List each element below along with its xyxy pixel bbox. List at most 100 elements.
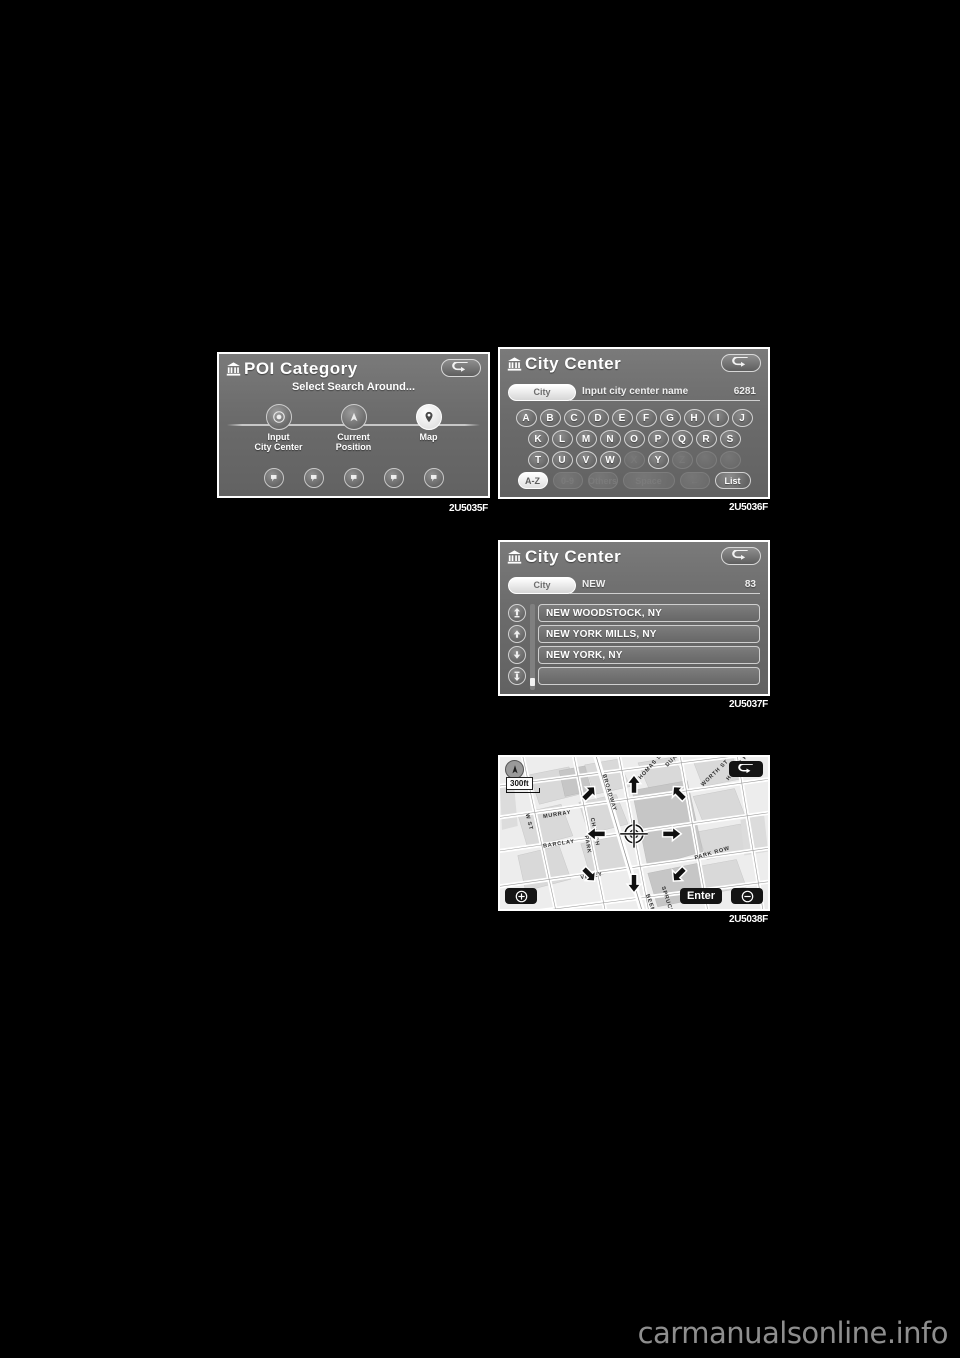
table-row[interactable]: NEW YORK MILLS, NY <box>538 625 760 643</box>
zoom-in-icon <box>515 890 527 902</box>
key-S[interactable]: S <box>719 430 741 448</box>
page-up-icon <box>514 608 520 618</box>
watermark: carmanualsonline.info <box>637 1316 949 1350</box>
city-name-input[interactable]: NEW 83 <box>570 577 760 594</box>
key-Y[interactable]: Y <box>647 451 669 469</box>
table-row[interactable]: NEW WOODSTOCK, NY <box>538 604 760 622</box>
poi-tab-input-city-center[interactable]: Input City Center <box>242 404 316 452</box>
key-mode-alpha[interactable]: A-Z <box>517 472 548 489</box>
city-center-results-screen: City Center City NEW 83 NEW WOODSTOCK, N… <box>498 540 770 696</box>
poi-tab-current-position[interactable]: Current Position <box>317 404 391 452</box>
key-D[interactable]: D <box>587 409 609 427</box>
enter-button[interactable]: Enter <box>680 888 722 904</box>
key-E[interactable]: E <box>611 409 633 427</box>
key-list[interactable]: List <box>714 472 751 489</box>
key-P[interactable]: P <box>647 430 669 448</box>
poi-marker-button-5[interactable] <box>423 468 444 488</box>
city-center-title: City Center <box>525 354 622 373</box>
back-button[interactable] <box>721 354 761 372</box>
figure-city-center-results: City Center City NEW 83 NEW WOODSTOCK, N… <box>498 540 770 711</box>
city-tag-label: City <box>533 387 551 397</box>
figure-city-center-keyboard: City Center City Input city center name … <box>498 347 770 514</box>
key-F[interactable]: F <box>635 409 657 427</box>
key-B[interactable]: B <box>539 409 561 427</box>
back-button[interactable] <box>729 761 763 777</box>
scroll-up-button[interactable] <box>508 625 526 643</box>
table-row[interactable]: NEW YORK, NY <box>538 646 760 664</box>
page-down-icon <box>514 671 520 681</box>
poi-tab-map[interactable]: Map <box>392 404 466 442</box>
page-up-button[interactable] <box>508 604 526 622</box>
poi-marker-button-1[interactable] <box>263 468 284 488</box>
poi-marker-icon-4 <box>390 474 397 482</box>
key-A[interactable]: A <box>515 409 537 427</box>
poi-marker-icon-1 <box>270 474 277 482</box>
key-N[interactable]: N <box>599 430 621 448</box>
poi-category-subtitle: Select Search Around... <box>291 381 416 393</box>
poi-marker-button-4[interactable] <box>383 468 404 488</box>
key-K[interactable]: K <box>527 430 549 448</box>
key-mode-numeric: 0-9 <box>552 472 583 489</box>
results-scrollbar-thumb[interactable] <box>530 678 535 686</box>
city-name-input[interactable]: Input city center name 6281 <box>570 384 760 401</box>
city-tag-button[interactable]: City <box>508 383 576 401</box>
key-mode-others: Others <box>587 472 618 489</box>
page-down-button[interactable] <box>508 667 526 685</box>
key-T[interactable]: T <box>527 451 549 469</box>
back-button[interactable] <box>721 547 761 565</box>
key-O[interactable]: O <box>623 430 645 448</box>
key-C[interactable]: C <box>563 409 585 427</box>
results-list: NEW WOODSTOCK, NY NEW YORK MILLS, NY NEW… <box>508 604 760 690</box>
zoom-out-button[interactable] <box>731 888 763 904</box>
poi-marker-icon-2 <box>310 474 317 482</box>
city-tag-label: City <box>533 580 551 590</box>
onscreen-keyboard: A B C D E F G H I J K L M N O P Q R S T … <box>507 409 761 489</box>
scroll-down-button[interactable] <box>508 646 526 664</box>
back-arrow-icon <box>737 763 753 773</box>
scroll-buttons <box>508 604 528 690</box>
keyboard-row-1: A B C D E F G H I J <box>507 409 761 427</box>
key-Q[interactable]: Q <box>671 430 693 448</box>
car-position-icon <box>340 404 367 430</box>
zoom-in-button[interactable] <box>505 888 537 904</box>
key-H[interactable]: H <box>683 409 705 427</box>
key-backspace: ← <box>679 472 710 489</box>
map-scale-bar <box>506 788 540 793</box>
poi-marker-button-3[interactable] <box>343 468 364 488</box>
poi-marker-button-2[interactable] <box>303 468 324 488</box>
zoom-out-icon <box>741 890 753 902</box>
key-blank-1 <box>695 451 717 469</box>
results-scrollbar[interactable] <box>530 604 535 690</box>
key-space: Space <box>622 472 675 489</box>
bank-building-icon <box>226 361 241 376</box>
keyboard-function-row: A-Z 0-9 Others Space ← List <box>507 472 761 489</box>
key-W[interactable]: W <box>599 451 621 469</box>
city-center-keyboard-screen: City Center City Input city center name … <box>498 347 770 499</box>
figure-caption: 2U5037F <box>725 698 770 711</box>
map-canvas[interactable]: MURRAY BARCLAY VESEY CHURCH BROADWAY THO… <box>500 757 768 911</box>
key-V[interactable]: V <box>575 451 597 469</box>
key-R[interactable]: R <box>695 430 717 448</box>
poi-tab-label: Map <box>419 432 438 442</box>
bank-building-icon <box>507 356 522 371</box>
scroll-up-icon <box>513 630 521 638</box>
poi-marker-icon-3 <box>350 474 357 482</box>
city-name-input-value: NEW <box>582 579 606 590</box>
key-U[interactable]: U <box>551 451 573 469</box>
back-arrow-icon <box>452 362 468 372</box>
key-G[interactable]: G <box>659 409 681 427</box>
match-count: 83 <box>744 579 756 590</box>
city-tag-button[interactable]: City <box>508 576 576 594</box>
back-arrow-icon <box>732 550 748 560</box>
key-L[interactable]: L <box>551 430 573 448</box>
city-name-input-value: Input city center name <box>582 386 689 397</box>
bank-building-icon <box>507 549 522 564</box>
poi-tab-group: Input City Center Current Position Map <box>219 404 488 452</box>
back-button[interactable] <box>441 359 481 377</box>
key-I[interactable]: I <box>707 409 729 427</box>
key-M[interactable]: M <box>575 430 597 448</box>
key-J[interactable]: J <box>731 409 753 427</box>
city-center-title: City Center <box>525 547 622 566</box>
figure-caption: 2U5036F <box>725 501 770 514</box>
table-row[interactable] <box>538 667 760 685</box>
